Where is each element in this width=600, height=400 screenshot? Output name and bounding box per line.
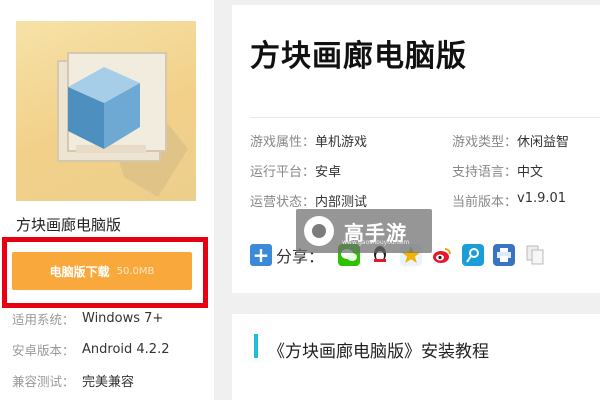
attr-status: 运营状态： 内部测试 (250, 191, 367, 210)
install-guide-card: 《方块画廊电脑版》安装教程 (232, 314, 600, 400)
attr-version: 当前版本： v1.9.01 (452, 191, 566, 210)
watermark-url: www.gaoshouyou.com (342, 239, 410, 246)
spec-key: 兼容测试： (12, 374, 75, 389)
attr-key: 运营状态： (250, 195, 316, 210)
pc-download-button[interactable]: 电脑版下载 50.0MB (12, 252, 192, 290)
attr-value: 中文 (517, 165, 544, 180)
divider (250, 117, 600, 118)
game-card: 方块画廊电脑版 电脑版下载 50.0MB 适用系统： Windows 7+ 安卓… (0, 0, 214, 400)
attr-key: 游戏类型： (452, 135, 518, 150)
gaoshouyou-watermark: 高手游 www.gaoshouyou.com (296, 209, 432, 253)
game-title: 方块画廊电脑版 (16, 216, 122, 234)
attr-value: 内部测试 (315, 195, 368, 210)
spec-compat: 兼容测试： 完美兼容 (12, 371, 134, 390)
game-icon-image[interactable] (16, 21, 196, 201)
gaoshouyou-logo-icon (304, 216, 334, 246)
section-accent-bar (254, 334, 258, 358)
attr-key: 游戏属性： (250, 135, 316, 150)
attr-key: 运行平台： (250, 165, 316, 180)
tencent-weibo-icon[interactable] (462, 244, 485, 266)
share-plus-icon[interactable]: + (250, 244, 272, 266)
spec-value: 完美兼容 (82, 375, 135, 390)
spec-value: Android 4.2.2 (82, 342, 170, 357)
attr-value: 休闲益智 (517, 135, 570, 150)
page-title: 方块画廊电脑版 (250, 39, 467, 74)
copy-icon[interactable] (524, 244, 547, 266)
attr-key: 支持语言： (452, 165, 518, 180)
download-size: 50.0MB (116, 265, 155, 277)
install-guide-title[interactable]: 《方块画廊电脑版》安装教程 (268, 337, 489, 362)
weibo-icon[interactable] (431, 244, 454, 266)
cube-gallery-artwork (57, 52, 188, 197)
spec-android: 安卓版本： Android 4.2.2 (12, 340, 169, 359)
attr-value: 安卓 (315, 165, 342, 180)
spec-value: Windows 7+ (82, 311, 164, 326)
attr-value: v1.9.01 (517, 191, 567, 206)
attr-language: 支持语言： 中文 (452, 161, 543, 180)
print-icon[interactable] (493, 244, 516, 266)
spec-system: 适用系统： Windows 7+ (12, 309, 163, 328)
attr-value: 单机游戏 (315, 135, 368, 150)
attr-platform: 运行平台： 安卓 (250, 161, 341, 180)
attr-game-type: 游戏类型： 休闲益智 (452, 131, 569, 150)
attr-key: 当前版本： (452, 195, 518, 210)
spec-key: 安卓版本： (12, 343, 75, 358)
download-label: 电脑版下载 (49, 264, 110, 279)
attr-game-property: 游戏属性： 单机游戏 (250, 131, 367, 150)
spec-key: 适用系统： (12, 312, 75, 327)
